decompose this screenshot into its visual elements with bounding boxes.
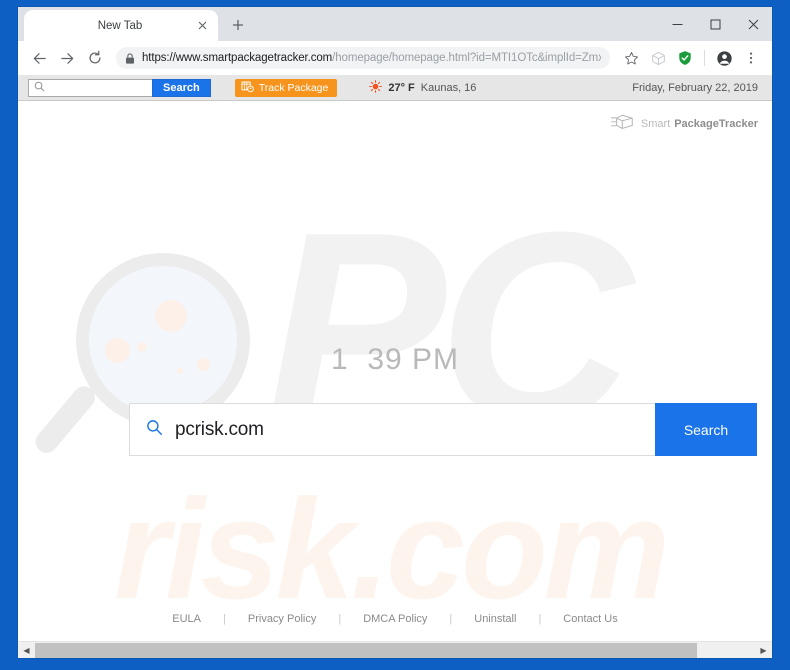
page-viewport: Search Track Package 27° F Kaunas, 16 Fr…: [18, 75, 772, 658]
footer-link-eula[interactable]: EULA: [150, 613, 223, 625]
scroll-right-arrow[interactable]: ▶: [755, 641, 772, 658]
scrollbar-track[interactable]: [35, 641, 755, 658]
weather-temperature: 27° F: [388, 81, 415, 94]
footer-links: EULA | Privacy Policy | DMCA Policy | Un…: [18, 613, 772, 625]
minimize-button[interactable]: [658, 8, 696, 40]
address-bar[interactable]: https://www.smartpackagetracker.com/home…: [116, 47, 610, 69]
url-text: https://www.smartpackagetracker.com/home…: [142, 52, 601, 64]
clock-hours: 1: [330, 343, 349, 376]
footer-link-contact-us[interactable]: Contact Us: [541, 613, 639, 625]
back-arrow-icon[interactable]: [26, 45, 52, 71]
brand-logo: Smart PackageTracker: [610, 112, 758, 135]
track-package-label: Track Package: [258, 81, 329, 94]
three-dot-menu-icon[interactable]: [738, 45, 764, 71]
browser-tab[interactable]: New Tab: [24, 10, 218, 41]
page-content: PC risk.com Smart PackageTracker 1 39 PM…: [18, 101, 772, 641]
toolbar-search-group: Search: [28, 78, 211, 97]
brand-text-light: Smart: [640, 117, 671, 130]
maximize-button[interactable]: [696, 8, 734, 40]
site-toolbar: Search Track Package 27° F Kaunas, 16 Fr…: [18, 75, 772, 101]
magnifier-lens: [76, 253, 250, 427]
magnifier-handle: [31, 381, 100, 458]
horizontal-scrollbar[interactable]: ◀ ▶: [18, 641, 772, 658]
clock-meridiem: PM: [412, 343, 460, 376]
desktop-background: New Tab https://www.smartpackagetracker.…: [0, 0, 790, 670]
package-truck-icon: [241, 80, 254, 96]
omnibox-action-icons: [618, 45, 764, 71]
weather-widget[interactable]: 27° F Kaunas, 16: [369, 79, 477, 96]
main-search-value: pcrisk.com: [175, 418, 264, 440]
profile-avatar-icon[interactable]: [711, 45, 737, 71]
star-icon[interactable]: [618, 45, 644, 71]
track-package-button[interactable]: Track Package: [234, 78, 338, 97]
footer-link-uninstall[interactable]: Uninstall: [452, 613, 538, 625]
weather-location: Kaunas, 16: [420, 81, 477, 94]
package-extension-icon[interactable]: [645, 45, 671, 71]
shield-check-icon[interactable]: [672, 45, 698, 71]
main-search-input[interactable]: pcrisk.com: [129, 403, 655, 456]
reload-icon[interactable]: [82, 45, 108, 71]
lock-icon: [125, 52, 135, 64]
url-host: https://www.smartpackagetracker.com: [142, 52, 333, 64]
scroll-left-arrow[interactable]: ◀: [18, 641, 35, 658]
search-icon: [146, 419, 163, 441]
clock-display: 1: 39 PM: [18, 343, 772, 377]
box-logo-icon: [610, 112, 637, 135]
main-search-button[interactable]: Search: [655, 403, 757, 456]
main-search-row: pcrisk.com Search: [129, 403, 757, 456]
footer-link-privacy-policy[interactable]: Privacy Policy: [226, 613, 338, 625]
footer-link-dmca-policy[interactable]: DMCA Policy: [341, 613, 449, 625]
browser-window: New Tab https://www.smartpackagetracker.…: [18, 7, 772, 658]
tab-strip: New Tab: [18, 7, 772, 41]
window-controls: [658, 7, 772, 41]
magnifier-illustration: [31, 253, 250, 458]
search-icon: [34, 79, 45, 97]
toolbar-search-input[interactable]: [28, 78, 152, 97]
clock-separator: :: [349, 343, 358, 376]
watermark-risk: risk.com: [114, 470, 670, 629]
sun-icon: [369, 79, 383, 96]
current-date: Friday, February 22, 2019: [632, 81, 758, 94]
clock-minutes: 39: [367, 343, 403, 376]
brand-text-bold: PackageTracker: [674, 117, 758, 130]
forward-arrow-icon[interactable]: [54, 45, 80, 71]
tab-title: New Tab: [97, 19, 143, 32]
toolbar-divider: [704, 50, 705, 66]
magnifier-dot: [155, 300, 187, 332]
url-path: /homepage/homepage.html?id=MTI1OTc&implI…: [332, 52, 601, 64]
toolbar-search-button[interactable]: Search: [152, 78, 211, 97]
browser-toolbar: https://www.smartpackagetracker.com/home…: [18, 41, 772, 75]
tab-close-icon[interactable]: [194, 18, 210, 34]
scrollbar-thumb[interactable]: [35, 642, 698, 658]
new-tab-button[interactable]: [224, 11, 252, 39]
close-button[interactable]: [734, 8, 772, 40]
